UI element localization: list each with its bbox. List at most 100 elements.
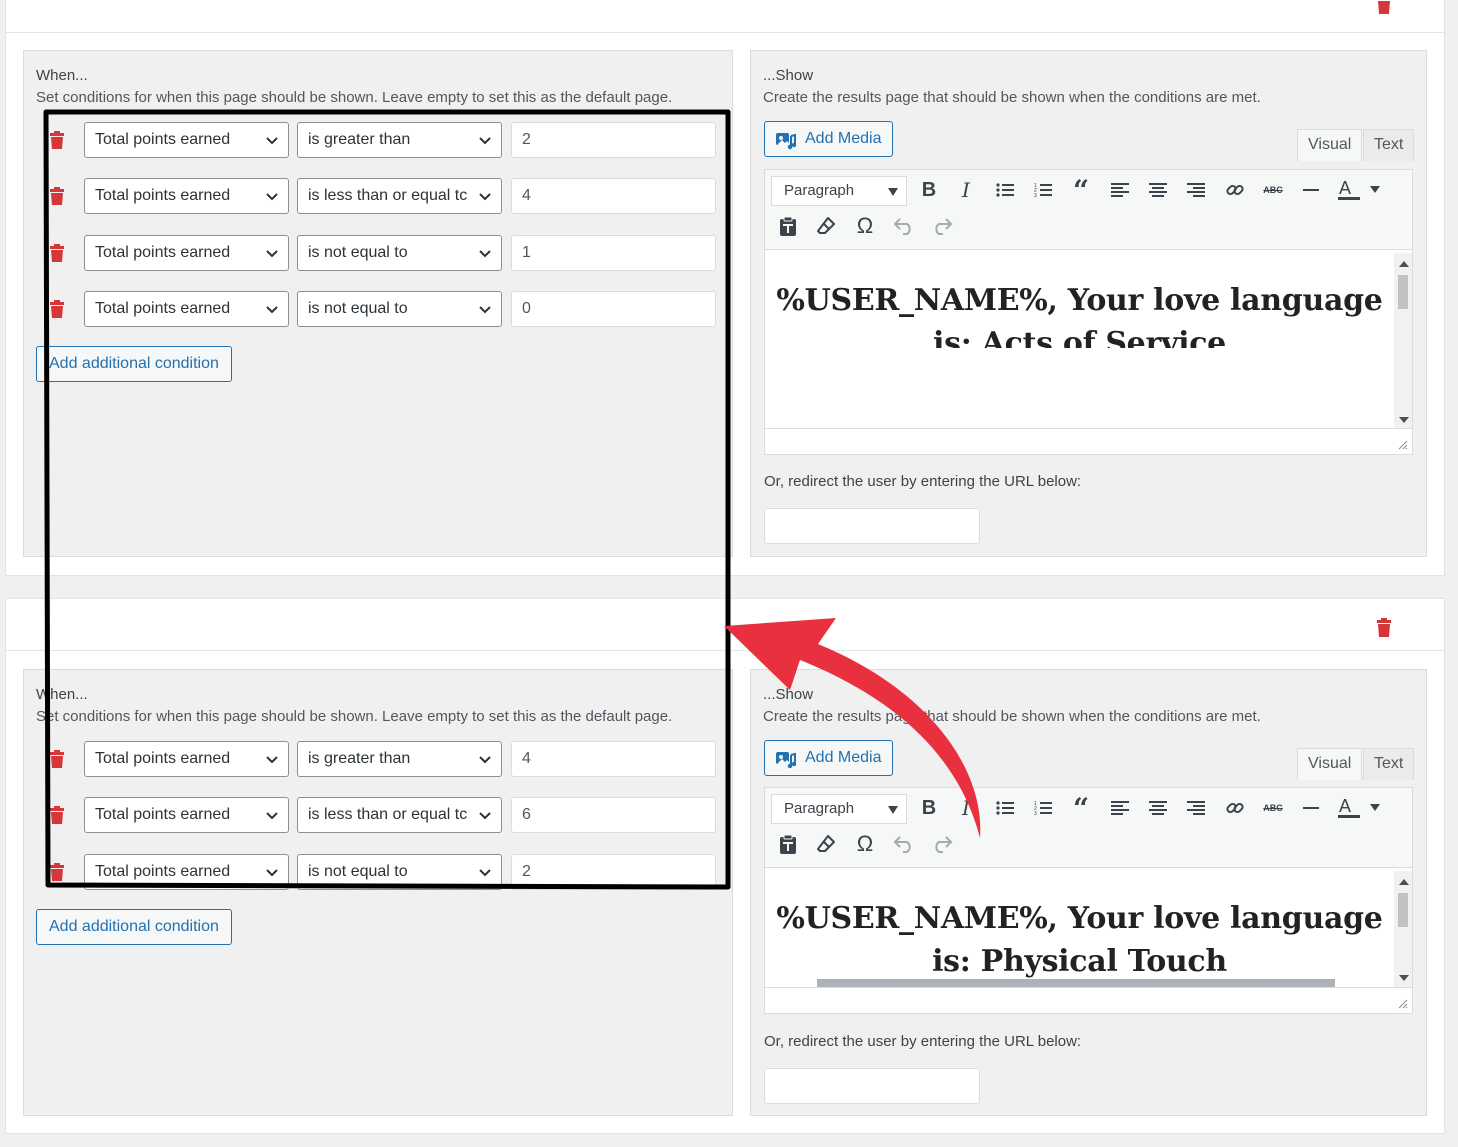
condition-field-select[interactable]: Total points earned <box>84 235 289 271</box>
redo-icon[interactable] <box>928 212 956 240</box>
add-media-button[interactable]: Add Media <box>764 740 893 776</box>
condition-field-select[interactable]: Total points earned <box>84 291 289 327</box>
align-center-icon[interactable] <box>1144 794 1172 822</box>
chevron-down-icon <box>479 250 491 258</box>
result-heading: %USER_NAME%, Your love language is: Phys… <box>776 901 1383 979</box>
delete-condition-trash-icon[interactable] <box>50 806 64 824</box>
delete-result-trash-icon[interactable] <box>1376 618 1392 638</box>
scroll-thumb[interactable] <box>1398 275 1408 309</box>
add-condition-button[interactable]: Add additional condition <box>36 909 232 945</box>
undo-icon[interactable] <box>890 212 918 240</box>
condition-operator-select[interactable]: is less than or equal tc <box>297 797 502 833</box>
scroll-down-icon[interactable] <box>1399 417 1409 423</box>
select-value: is greater than <box>308 131 411 148</box>
condition-operator-select[interactable]: is not equal to <box>297 291 502 327</box>
tab-text[interactable]: Text <box>1363 748 1415 780</box>
strikethrough-icon[interactable]: ABC <box>1259 176 1287 204</box>
condition-value-input[interactable]: 4 <box>511 741 716 777</box>
numbered-list-icon[interactable]: 123 <box>1029 176 1057 204</box>
special-character-icon[interactable]: Ω <box>851 212 879 240</box>
condition-value-input[interactable]: 2 <box>511 122 716 158</box>
select-value: is less than or equal tc <box>308 187 468 204</box>
condition-operator-select[interactable]: is not equal to <box>297 854 502 890</box>
clear-formatting-icon[interactable] <box>812 830 840 858</box>
italic-icon[interactable]: I <box>952 794 980 822</box>
bulleted-list-icon[interactable] <box>991 794 1019 822</box>
condition-operator-select[interactable]: is not equal to <box>297 235 502 271</box>
align-center-icon[interactable] <box>1144 176 1172 204</box>
condition-operator-select[interactable]: is less than or equal tc <box>297 178 502 214</box>
select-value: Total points earned <box>95 187 231 204</box>
select-value: Total points earned <box>95 244 231 261</box>
condition-field-select[interactable]: Total points earned <box>84 741 289 777</box>
clear-formatting-icon[interactable] <box>812 212 840 240</box>
delete-condition-trash-icon[interactable] <box>50 750 64 768</box>
align-left-icon[interactable] <box>1106 176 1134 204</box>
delete-condition-trash-icon[interactable] <box>50 244 64 262</box>
link-icon[interactable] <box>1221 794 1249 822</box>
delete-condition-trash-icon[interactable] <box>50 187 64 205</box>
condition-operator-select[interactable]: is greater than <box>297 741 502 777</box>
delete-condition-trash-icon[interactable] <box>50 131 64 149</box>
tab-text[interactable]: Text <box>1363 129 1415 161</box>
add-media-icon <box>776 133 797 150</box>
redo-icon[interactable] <box>928 830 956 858</box>
special-character-icon[interactable]: Ω <box>851 830 879 858</box>
condition-value-input[interactable]: 4 <box>511 178 716 214</box>
condition-field-select[interactable]: Total points earned <box>84 122 289 158</box>
scroll-thumb[interactable] <box>1398 893 1408 927</box>
resize-handle-icon[interactable] <box>1398 440 1408 450</box>
numbered-list-icon[interactable]: 123 <box>1029 794 1057 822</box>
condition-field-select[interactable]: Total points earned <box>84 797 289 833</box>
editor-scrollbar[interactable] <box>1394 253 1412 431</box>
scroll-down-icon[interactable] <box>1399 975 1409 981</box>
bold-icon[interactable]: B <box>915 794 943 822</box>
text-color-icon[interactable]: A <box>1336 176 1364 204</box>
link-icon[interactable] <box>1221 176 1249 204</box>
add-media-button[interactable]: Add Media <box>764 121 893 157</box>
delete-result-trash-icon[interactable] <box>1376 0 1392 15</box>
select-value: is not equal to <box>308 863 408 880</box>
condition-operator-select[interactable]: is greater than <box>297 122 502 158</box>
horizontal-line-icon[interactable] <box>1297 176 1325 204</box>
blockquote-icon[interactable]: “ <box>1067 174 1095 207</box>
condition-value-input[interactable]: 1 <box>511 235 716 271</box>
resize-handle-icon[interactable] <box>1398 999 1408 1009</box>
horizontal-line-icon[interactable] <box>1297 794 1325 822</box>
editor-content[interactable]: %USER_NAME%, Your love language is: Acts… <box>765 253 1394 348</box>
format-select[interactable]: Paragraph <box>771 176 907 206</box>
editor-scrollbar[interactable] <box>1394 871 1412 989</box>
align-right-icon[interactable] <box>1182 794 1210 822</box>
text-color-dropdown-icon[interactable] <box>1361 176 1389 204</box>
bold-icon[interactable]: B <box>915 176 943 204</box>
delete-condition-trash-icon[interactable] <box>50 300 64 318</box>
redirect-url-input[interactable] <box>764 1068 980 1104</box>
scroll-up-icon[interactable] <box>1399 879 1409 885</box>
tab-visual[interactable]: Visual <box>1297 129 1363 161</box>
delete-condition-trash-icon[interactable] <box>50 863 64 881</box>
condition-value-input[interactable]: 6 <box>511 797 716 833</box>
format-select[interactable]: Paragraph <box>771 794 907 824</box>
bulleted-list-icon[interactable] <box>991 176 1019 204</box>
italic-icon[interactable]: I <box>952 176 980 204</box>
editor-content[interactable]: %USER_NAME%, Your love language is: Phys… <box>765 871 1394 989</box>
paste-text-icon[interactable] <box>774 830 802 858</box>
add-condition-button[interactable]: Add additional condition <box>36 346 232 382</box>
redirect-url-input[interactable] <box>764 508 980 544</box>
blockquote-icon[interactable]: “ <box>1067 792 1095 825</box>
condition-row: Total points earned is less than or equa… <box>24 797 724 835</box>
text-color-icon[interactable]: A <box>1336 794 1364 822</box>
condition-field-select[interactable]: Total points earned <box>84 854 289 890</box>
strikethrough-icon[interactable]: ABC <box>1259 794 1287 822</box>
align-left-icon[interactable] <box>1106 794 1134 822</box>
scroll-up-icon[interactable] <box>1399 261 1409 267</box>
text-color-dropdown-icon[interactable] <box>1361 794 1389 822</box>
paste-text-icon[interactable] <box>774 212 802 240</box>
tab-visual[interactable]: Visual <box>1297 748 1363 780</box>
condition-field-select[interactable]: Total points earned <box>84 178 289 214</box>
align-right-icon[interactable] <box>1182 176 1210 204</box>
condition-value-input[interactable]: 2 <box>511 854 716 890</box>
condition-value-input[interactable]: 0 <box>511 291 716 327</box>
chevron-down-icon <box>266 250 278 258</box>
undo-icon[interactable] <box>890 830 918 858</box>
